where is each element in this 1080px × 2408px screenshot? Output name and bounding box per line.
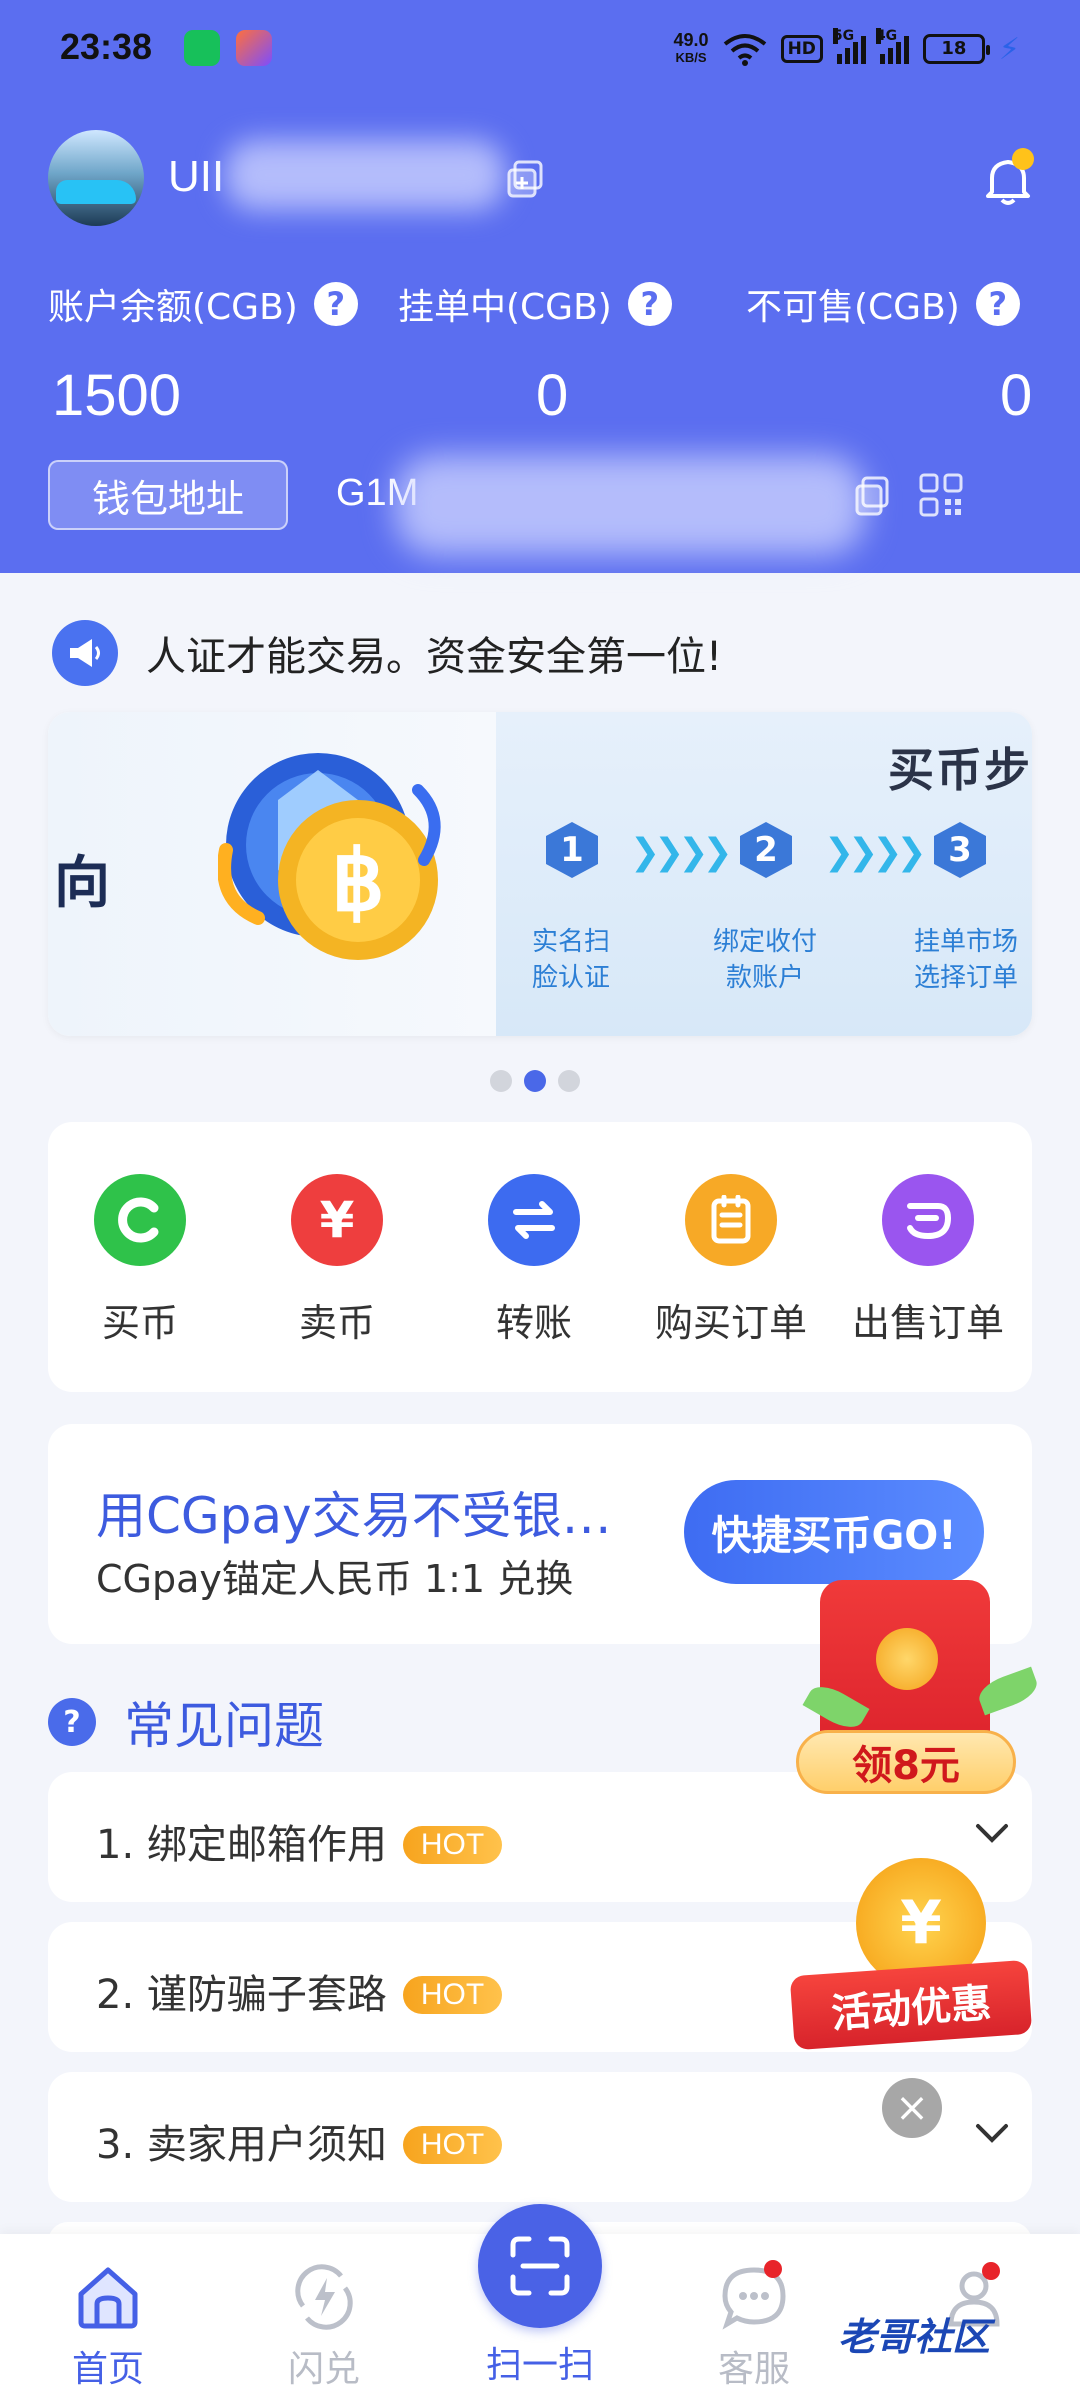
red-packet-float[interactable]: 领8元 xyxy=(796,1580,1042,1800)
unread-dot xyxy=(982,2262,1000,2280)
sell-order-icon xyxy=(882,1174,974,1266)
copy-username-icon[interactable] xyxy=(505,158,547,200)
signal-4g-icon: 4G xyxy=(875,28,909,64)
close-float-icon[interactable]: × xyxy=(882,2078,942,2138)
buy-orders-button[interactable]: 购买订单 xyxy=(651,1174,811,1347)
faq-item-text: 3. 卖家用户须知 xyxy=(96,2122,387,2168)
promo-subtitle: CGpay锚定人民币 1:1 兑换 xyxy=(96,1557,574,1601)
transfer-icon xyxy=(488,1174,580,1266)
carousel-dot[interactable] xyxy=(490,1070,512,1092)
faq-item[interactable]: 3. 卖家用户须知 HOT xyxy=(48,2072,1032,2202)
question-icon: ? xyxy=(48,1698,96,1746)
pending-label: 挂单中(CGB) ? xyxy=(398,278,672,330)
home-icon xyxy=(78,2267,138,2329)
buy-order-icon xyxy=(685,1174,777,1266)
promo-banner-carousel[interactable]: 向 ฿ 买币步 1 ❯❯❯❯ 2 ❯❯❯❯ 3 实名扫 脸认证 绑定收付 款账户… xyxy=(48,712,1032,1036)
bitcoin-coin-illustration: ฿ xyxy=(218,753,441,960)
nav-flash-exchange[interactable]: 闪兑 xyxy=(254,2262,394,2392)
qr-code-icon[interactable] xyxy=(918,472,964,518)
red-packet-label: 领8元 xyxy=(796,1730,1016,1794)
hot-badge: HOT xyxy=(402,2126,503,2164)
step-1-badge: 1 xyxy=(542,820,602,880)
battery-icon: 18 xyxy=(922,34,990,64)
signal-5g-icon: 5G xyxy=(832,28,866,64)
banner-left-word: 向 xyxy=(54,851,110,916)
copy-address-icon[interactable] xyxy=(855,476,891,516)
scan-icon xyxy=(510,2236,570,2296)
redacted-blur xyxy=(225,140,505,210)
notice-text: 人证才能交易。资金安全第一位! xyxy=(146,634,723,680)
step-arrow-icon: ❯❯❯❯ xyxy=(824,832,927,873)
quick-actions-panel: 买币 ¥ 卖币 转账 购买订单 出售订单 xyxy=(48,1122,1032,1392)
notice-bar[interactable]: 人证才能交易。资金安全第一位! xyxy=(52,620,722,686)
network-speed: 49.0 KB/S xyxy=(673,30,709,65)
promo-title: 用CGpay交易不受银… xyxy=(96,1487,612,1545)
pending-value: 0 xyxy=(536,363,569,428)
avatar[interactable] xyxy=(48,130,144,226)
transfer-button[interactable]: 转账 xyxy=(454,1174,614,1347)
banner-slide-left: 向 ฿ xyxy=(48,712,496,1036)
status-bar: 23:38 49.0 KB/S HD 5G 4G 18 ⚡ xyxy=(0,0,1080,100)
step-2-badge: 2 xyxy=(736,820,796,880)
sell-orders-button[interactable]: 出售订单 xyxy=(848,1174,1008,1347)
unread-dot xyxy=(764,2260,782,2278)
yen-icon: ¥ xyxy=(291,1174,383,1266)
chevron-down-icon[interactable] xyxy=(972,2118,1012,2148)
hd-voice-badge: HD xyxy=(780,35,823,63)
status-indicators: 49.0 KB/S HD 5G 4G 18 ⚡ xyxy=(674,24,1020,74)
faq-item-text: 2. 谨防骗子套路 xyxy=(96,1972,387,2018)
nav-home[interactable]: 首页 xyxy=(38,2262,178,2392)
banner-slide-right: 买币步 1 ❯❯❯❯ 2 ❯❯❯❯ 3 实名扫 脸认证 绑定收付 款账户 挂单市场选… xyxy=(496,712,1032,1036)
shortcut-app-icon xyxy=(236,30,272,66)
help-icon[interactable]: ? xyxy=(975,282,1020,326)
account-header: 23:38 49.0 KB/S HD 5G 4G 18 ⚡ UII 账户余额(C… xyxy=(0,0,1080,573)
help-icon[interactable]: ? xyxy=(313,282,358,326)
sell-coin-button[interactable]: ¥ 卖币 xyxy=(257,1174,417,1347)
banner-title: 买币步 xyxy=(888,743,1032,797)
chevron-down-icon[interactable] xyxy=(972,1818,1012,1848)
unsellable-label: 不可售(CGB) ? xyxy=(746,278,1020,330)
hot-badge: HOT xyxy=(402,1826,503,1864)
megaphone-icon xyxy=(52,620,118,686)
scan-label: 扫一扫 xyxy=(485,2345,594,2386)
step-3-text: 挂单市场 选择订单 xyxy=(914,927,1019,993)
balance-value: 1500 xyxy=(52,363,182,428)
flash-exchange-icon xyxy=(295,2264,353,2330)
step-1-text: 实名扫 脸认证 xyxy=(531,927,610,993)
username: UII xyxy=(168,152,225,201)
balance-label: 账户余额(CGB) ? xyxy=(48,278,358,330)
notification-dot xyxy=(1012,148,1034,170)
help-icon[interactable]: ? xyxy=(627,282,672,326)
message-app-icon xyxy=(184,30,220,66)
step-3-badge: 3 xyxy=(930,820,990,880)
step-2-text: 绑定收付 款账户 xyxy=(712,927,817,993)
quick-buy-button[interactable]: 快捷买币GO! xyxy=(684,1480,984,1584)
unsellable-value: 0 xyxy=(1000,363,1033,428)
carousel-dot[interactable] xyxy=(558,1070,580,1092)
wallet-address-button[interactable]: 钱包地址 xyxy=(48,460,288,530)
nav-customer-service[interactable]: 客服 xyxy=(684,2262,824,2392)
activity-promo-float[interactable]: ¥ 活动优惠 xyxy=(789,1856,1033,2056)
wifi-icon xyxy=(723,34,766,66)
redacted-blur xyxy=(395,455,865,555)
status-time: 23:38 xyxy=(60,26,153,67)
buy-coin-button[interactable]: 买币 xyxy=(60,1174,220,1347)
step-arrow-icon: ❯❯❯❯ xyxy=(630,832,733,873)
buy-coin-icon xyxy=(94,1174,186,1266)
carousel-dot-active[interactable] xyxy=(524,1070,546,1092)
faq-title: 常见问题 xyxy=(124,1697,324,1755)
hot-badge: HOT xyxy=(402,1976,503,2014)
svg-text:฿: ฿ xyxy=(331,834,384,928)
faq-header: ? 常见问题 xyxy=(48,1686,324,1758)
charging-icon: ⚡ xyxy=(998,31,1020,67)
faq-item-text: 1. 绑定邮箱作用 xyxy=(96,1822,387,1868)
watermark-logo: 老哥社区 xyxy=(838,2315,991,2359)
activity-promo-label: 活动优惠 xyxy=(789,1959,1033,2051)
carousel-indicator xyxy=(490,1070,580,1092)
scan-button[interactable] xyxy=(478,2204,602,2328)
